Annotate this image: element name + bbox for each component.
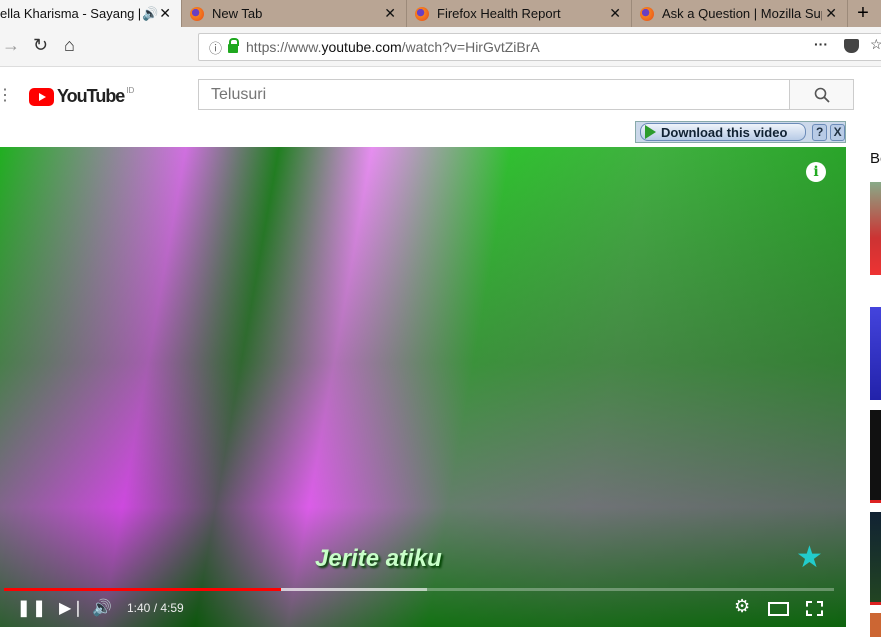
- youtube-header: ⋮ YouTube ID: [0, 67, 881, 125]
- firefox-icon: [190, 6, 204, 21]
- theater-mode-icon[interactable]: [768, 602, 789, 616]
- next-icon[interactable]: ▶❘: [59, 598, 85, 618]
- video-player[interactable]: i Jerite atiku ★ ❚❚ ▶❘ 🔊 1:40 / 4:59 ⚙: [0, 147, 846, 627]
- close-tab-icon[interactable]: ✕: [609, 5, 621, 22]
- more-icon[interactable]: ···: [814, 36, 828, 52]
- search-input[interactable]: [198, 79, 790, 110]
- forward-icon[interactable]: →: [2, 35, 20, 56]
- tab-strip: ella Kharisma - Sayang [off🔊✕ New Tab✕ F…: [0, 0, 881, 27]
- volume-icon[interactable]: 🔊: [92, 598, 112, 618]
- speaker-icon[interactable]: 🔊: [142, 6, 158, 22]
- pocket-icon[interactable]: [844, 39, 859, 53]
- related-thumbnail[interactable]: [870, 512, 881, 605]
- lock-icon: [228, 38, 240, 53]
- firefox-icon: [640, 6, 654, 21]
- bookmark-star-icon[interactable]: ☆: [870, 36, 881, 53]
- info-icon[interactable]: i: [806, 162, 826, 182]
- close-tab-icon[interactable]: ✕: [825, 5, 837, 22]
- related-thumbnail[interactable]: [870, 410, 881, 503]
- firefox-icon: [415, 6, 429, 21]
- info-icon[interactable]: ⓘ: [209, 38, 222, 57]
- home-icon[interactable]: ⌂: [64, 35, 75, 56]
- search-button[interactable]: [789, 79, 854, 110]
- sidebar-heading: Be: [870, 150, 881, 167]
- youtube-logo[interactable]: YouTube ID: [29, 86, 134, 107]
- tab-health-report[interactable]: Firefox Health Report ✕: [407, 0, 632, 27]
- play-icon: [645, 125, 656, 139]
- menu-icon[interactable]: ⋮: [0, 85, 13, 105]
- nav-toolbar: → ↻ ⌂ ⓘ https://www. youtube.com/watch?v=…: [0, 27, 881, 67]
- progress-bar[interactable]: [4, 588, 834, 591]
- settings-gear-icon[interactable]: ⚙: [734, 596, 750, 617]
- related-thumbnail[interactable]: [870, 307, 881, 400]
- tab-current[interactable]: ella Kharisma - Sayang [off🔊✕: [0, 0, 182, 27]
- video-lyric-caption: Jerite atiku: [315, 545, 442, 572]
- close-tab-icon[interactable]: ✕: [159, 5, 171, 22]
- related-thumbnail[interactable]: [870, 613, 881, 637]
- download-video-button[interactable]: Download this video: [640, 123, 807, 141]
- close-tab-icon[interactable]: ✕: [384, 5, 396, 22]
- time-display: 1:40 / 4:59: [127, 601, 184, 615]
- download-label: Download this video: [661, 124, 788, 140]
- url-path: /watch?v=HirGvtZiBrA: [401, 39, 540, 55]
- url-prefix: https://www.: [246, 39, 322, 55]
- tab-ask-question[interactable]: Ask a Question | Mozilla Suppor✕: [632, 0, 848, 27]
- play-logo-icon: [29, 87, 54, 106]
- address-bar[interactable]: ⓘ https://www. youtube.com/watch?v=HirGvt…: [198, 33, 881, 61]
- channel-watermark: ★: [796, 541, 823, 574]
- progress-fill: [4, 588, 282, 591]
- region-code: ID: [126, 86, 135, 95]
- tab-title: ella Kharisma - Sayang [off: [0, 6, 140, 21]
- url-domain: youtube.com: [321, 39, 402, 55]
- related-sidebar: Be: [846, 147, 881, 637]
- close-download-button[interactable]: X: [830, 123, 845, 141]
- tab-title: Firefox Health Report: [437, 6, 561, 21]
- tab-title: Ask a Question | Mozilla Suppor: [662, 6, 822, 21]
- pause-icon[interactable]: ❚❚: [17, 598, 48, 618]
- fullscreen-icon[interactable]: [806, 601, 823, 616]
- tab-title: New Tab: [212, 6, 263, 21]
- new-tab-button[interactable]: +: [848, 0, 878, 27]
- reload-icon[interactable]: ↻: [33, 35, 48, 56]
- search-icon: [814, 87, 830, 103]
- related-thumbnail[interactable]: [870, 182, 881, 275]
- logo-text: YouTube: [57, 86, 125, 106]
- download-toolbar: Download this video ? X: [635, 121, 846, 143]
- help-button[interactable]: ?: [812, 123, 828, 141]
- tab-new-tab[interactable]: New Tab ✕: [182, 0, 407, 27]
